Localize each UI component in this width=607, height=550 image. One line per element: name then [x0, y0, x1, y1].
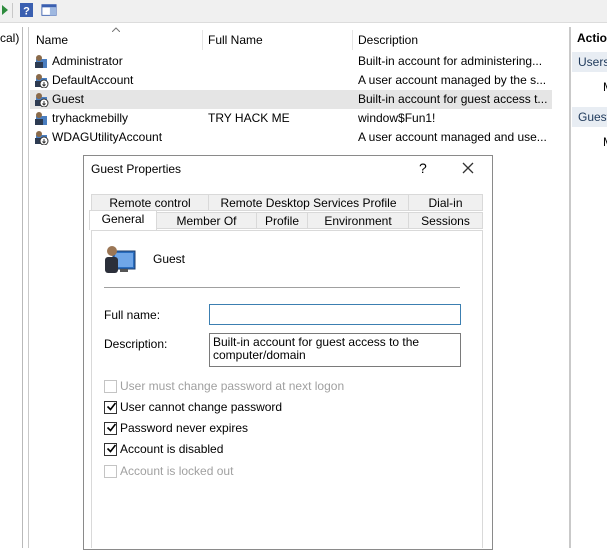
row-description: A user account managed and use... [358, 130, 547, 144]
svg-text:?: ? [23, 6, 30, 18]
column-header-full-name[interactable]: Full Name [208, 33, 263, 53]
full-name-label: Full name: [104, 308, 161, 322]
row-description: Built-in account for guest access t... [358, 92, 548, 106]
user-disabled-icon [35, 131, 49, 145]
row-description: Built-in account for administering... [358, 54, 543, 68]
row-name: Guest [52, 92, 85, 106]
cannot-change-password-label: User cannot change password [120, 400, 283, 414]
table-row[interactable]: Administrator Built-in account for admin… [30, 52, 552, 71]
actions-pane [570, 27, 607, 548]
help-button[interactable]: ? [419, 160, 427, 176]
tab-sessions[interactable]: Sessions [408, 212, 483, 229]
description-input[interactable]: Built-in account for guest access to the… [209, 333, 461, 367]
full-name-input[interactable] [209, 304, 461, 325]
toolbar: ? [0, 0, 607, 23]
user-name-label: Guest [153, 252, 186, 266]
account-locked-out-label: Account is locked out [120, 464, 234, 478]
forward-arrow-icon[interactable] [0, 2, 16, 18]
close-icon[interactable] [461, 161, 475, 175]
show-hide-pane-icon[interactable] [41, 2, 57, 18]
table-row[interactable]: WDAGUtilityAccount A user account manage… [30, 128, 552, 147]
table-row[interactable]: DefaultAccount A user account managed by… [30, 71, 552, 90]
actions-item[interactable]: M [603, 135, 607, 149]
column-header-description[interactable]: Description [358, 33, 418, 53]
tab-general[interactable]: General [89, 210, 157, 230]
sort-ascending-icon [112, 27, 120, 32]
row-name: WDAGUtilityAccount [52, 130, 163, 144]
password-never-expires-checkbox[interactable] [104, 422, 117, 435]
column-divider[interactable] [202, 30, 203, 50]
must-change-password-checkbox[interactable] [104, 380, 117, 393]
row-name: Administrator [52, 54, 123, 68]
actions-section-label: Users [578, 55, 607, 69]
account-locked-out-checkbox[interactable] [104, 465, 117, 478]
user-icon [35, 55, 47, 68]
account-disabled-checkbox[interactable] [104, 443, 117, 456]
checkmark-icon [106, 423, 117, 432]
toolbar-separator [12, 3, 13, 18]
tab-environment[interactable]: Environment [307, 212, 409, 229]
cannot-change-password-checkbox[interactable] [104, 401, 117, 414]
must-change-password-label: User must change password at next logon [120, 379, 345, 393]
column-header-name[interactable]: Name [36, 33, 68, 53]
password-never-expires-label: Password never expires [120, 421, 249, 435]
table-row[interactable]: Guest Built-in account for guest access … [30, 90, 552, 109]
user-disabled-icon [35, 93, 49, 107]
tab-member-of[interactable]: Member Of [156, 212, 257, 229]
account-disabled-label: Account is disabled [120, 442, 224, 456]
help-icon[interactable]: ? [19, 2, 35, 18]
actions-item[interactable]: M [603, 80, 607, 94]
tab-remote-control[interactable]: Remote control [91, 194, 209, 211]
tab-profile[interactable]: Profile [256, 212, 308, 229]
column-divider[interactable] [352, 30, 353, 50]
user-icon [35, 112, 47, 125]
actions-title: Actio [577, 31, 607, 45]
checkmark-icon [106, 444, 117, 453]
tree-pane[interactable]: cal) [0, 27, 23, 548]
row-name: tryhackmebilly [52, 111, 129, 125]
table-row[interactable]: tryhackmebilly TRY HACK ME window$Fun1! [30, 109, 552, 128]
tab-dial-in[interactable]: Dial-in [408, 194, 483, 211]
row-full-name: TRY HACK ME [208, 111, 290, 125]
user-disabled-icon [35, 74, 49, 88]
dialog-title: Guest Properties [91, 162, 182, 176]
description-label: Description: [104, 337, 168, 351]
row-name: DefaultAccount [52, 73, 134, 87]
user-avatar-icon [105, 246, 136, 273]
separator [104, 287, 460, 288]
actions-section-label: Guest [578, 110, 607, 124]
actions-section-guest[interactable]: Guest [572, 107, 607, 127]
tab-remote-desktop-services-profile[interactable]: Remote Desktop Services Profile [208, 194, 409, 211]
actions-section-users[interactable]: Users [572, 52, 607, 72]
checkmark-icon [106, 402, 117, 411]
row-description: A user account managed by the s... [358, 73, 547, 87]
row-description: window$Fun1! [358, 111, 436, 125]
tree-item-label[interactable]: cal) [0, 31, 19, 45]
